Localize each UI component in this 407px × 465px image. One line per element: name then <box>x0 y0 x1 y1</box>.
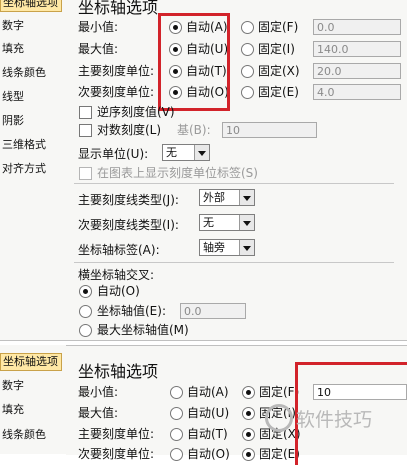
cross-max-label: 最大坐标轴值(M) <box>97 323 189 337</box>
major-auto-label: 自动(T) <box>187 427 228 441</box>
major-fixed-radio[interactable] <box>242 428 255 441</box>
min-fixed-label: 固定(F) <box>259 385 300 399</box>
minor-unit-label: 次要刻度单位: <box>78 85 155 99</box>
max-auto-radio[interactable] <box>170 407 183 420</box>
sidebar-item-number[interactable]: 数字 <box>0 18 64 34</box>
sidebar-item-alignment[interactable]: 对齐方式 <box>0 161 64 177</box>
cross-max-radio[interactable] <box>79 324 92 337</box>
major-fixed-label: 固定(X) <box>258 64 300 78</box>
display-units-select[interactable]: 无 <box>162 144 210 161</box>
sidebar-top: 坐标轴选项 数字 填充 线条颜色 线型 阴影 三维格式 对齐方式 <box>0 0 67 340</box>
min-value-label: 最小值: <box>78 20 119 34</box>
min-fixed-radio[interactable] <box>241 21 254 34</box>
major-tick-type-label: 主要刻度线类型(J): <box>78 193 179 207</box>
sidebar-item-number[interactable]: 数字 <box>0 378 64 394</box>
major-auto-radio[interactable] <box>170 428 183 441</box>
chevron-down-icon <box>239 215 254 230</box>
min-auto-label: 自动(A) <box>187 385 229 399</box>
min-auto-radio[interactable] <box>170 386 183 399</box>
chevron-down-icon <box>194 145 209 160</box>
axis-labels-select[interactable]: 轴旁 <box>199 239 255 256</box>
axis-labels-label: 坐标轴标签(A): <box>78 243 160 257</box>
sidebar-item-line-color[interactable]: 线条颜色 <box>0 65 64 81</box>
sidebar-bottom: 坐标轴选项 数字 填充 线条颜色 <box>0 345 67 454</box>
chevron-down-icon <box>239 190 254 205</box>
auto-options-highlight <box>158 13 230 111</box>
max-fixed-radio[interactable] <box>241 43 254 56</box>
major-unit-label: 主要刻度单位: <box>78 427 155 441</box>
min-fixed-radio[interactable] <box>242 386 255 399</box>
axis-labels-value: 轴旁 <box>203 241 225 254</box>
minor-tick-type-select[interactable]: 无 <box>199 214 255 231</box>
max-value-label: 最大值: <box>78 406 119 420</box>
chevron-down-icon <box>239 240 254 255</box>
min-fixed-label: 固定(F) <box>258 20 299 34</box>
reverse-order-checkbox[interactable] <box>79 106 92 119</box>
cross-value-field[interactable]: 0.0 <box>180 303 246 319</box>
cross-value-radio[interactable] <box>79 305 92 318</box>
minor-fixed-label: 固定(E) <box>258 85 299 99</box>
max-value-field[interactable]: 140.0 <box>313 41 401 57</box>
cross-auto-radio[interactable] <box>79 285 92 298</box>
panel-title: 坐标轴选项 <box>78 362 159 381</box>
show-units-checkbox <box>79 167 92 180</box>
show-units-label: 在图表上显示刻度单位标签(S) <box>97 166 258 180</box>
log-base-field[interactable]: 10 <box>222 122 317 138</box>
watermark-logo-icon <box>265 404 293 432</box>
minor-tick-type-label: 次要刻度线类型(I): <box>78 218 179 232</box>
cross-value-label: 坐标轴值(E): <box>97 304 166 318</box>
sidebar-item-3d-format[interactable]: 三维格式 <box>0 137 64 153</box>
sidebar-item-line-color[interactable]: 线条颜色 <box>0 427 64 443</box>
sidebar-item-fill[interactable]: 填充 <box>0 41 64 57</box>
major-unit-label: 主要刻度单位: <box>78 64 155 78</box>
base-label: 基(B): <box>177 123 211 137</box>
minor-unit-field[interactable]: 4.0 <box>313 84 401 100</box>
min-value-field[interactable]: 0.0 <box>313 19 401 35</box>
max-fixed-radio[interactable] <box>242 407 255 420</box>
divider <box>74 183 394 184</box>
axis-options-panel-bottom: 坐标轴选项 最小值: 自动(A) 固定(F) 10 最大值: 自动(U) 固定(… <box>66 345 407 465</box>
major-tick-type-value: 外部 <box>203 191 225 204</box>
display-units-label: 显示单位(U): <box>78 147 149 161</box>
axis-options-panel-top: 坐标轴选项 最小值: 自动(A) 固定(F) 0.0 最大值: 自动(U) 固定… <box>66 0 407 340</box>
sidebar-item-fill[interactable]: 填充 <box>0 402 64 418</box>
max-auto-label: 自动(U) <box>187 406 230 420</box>
reverse-order-label: 逆序刻度值(V) <box>97 105 175 119</box>
sidebar-item-axis-options[interactable]: 坐标轴选项 <box>0 0 62 12</box>
log-scale-checkbox[interactable] <box>79 124 92 137</box>
cross-auto-label: 自动(O) <box>97 284 140 298</box>
major-fixed-radio[interactable] <box>241 65 254 78</box>
minor-fixed-radio[interactable] <box>242 448 255 461</box>
cross-title: 横坐标轴交叉: <box>78 268 155 282</box>
minor-auto-radio[interactable] <box>170 448 183 461</box>
minor-tick-type-value: 无 <box>203 216 214 229</box>
sidebar-item-shadow[interactable]: 阴影 <box>0 113 64 129</box>
display-units-value: 无 <box>166 146 177 159</box>
max-value-label: 最大值: <box>78 42 119 56</box>
panel-title: 坐标轴选项 <box>78 0 159 17</box>
sidebar-item-line-style[interactable]: 线型 <box>0 89 64 105</box>
min-value-label: 最小值: <box>78 385 119 399</box>
major-unit-field[interactable]: 20.0 <box>313 63 401 79</box>
minor-fixed-radio[interactable] <box>241 86 254 99</box>
watermark-text: 软件技巧 <box>296 409 373 431</box>
max-fixed-label: 固定(I) <box>258 42 295 56</box>
major-tick-type-select[interactable]: 外部 <box>199 189 255 206</box>
log-scale-label: 对数刻度(L) <box>97 123 162 137</box>
sidebar-item-axis-options[interactable]: 坐标轴选项 <box>0 353 62 371</box>
divider <box>74 262 394 263</box>
